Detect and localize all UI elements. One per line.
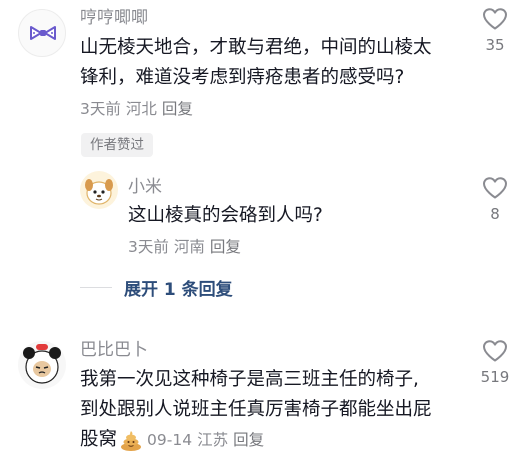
cartoon-dog-icon — [85, 179, 113, 205]
comment-last-line: 股窝 09-14 江苏 回复 — [80, 425, 269, 455]
comment-time: 3天前 — [80, 100, 121, 118]
reply-button[interactable]: 回复 — [210, 238, 241, 256]
like-button[interactable]: 519 — [473, 339, 514, 386]
comment-meta: 3天前 河南 回复 — [128, 237, 246, 257]
comment-meta: 09-14 江苏 回复 — [147, 430, 269, 450]
heart-icon — [483, 340, 507, 362]
poop-emoji-icon — [121, 431, 142, 451]
reply-button[interactable]: 回复 — [233, 431, 264, 449]
comment-location: 河北 — [125, 100, 157, 118]
comment-line: 山无棱天地合，才敢与君绝，中间的山棱太 — [80, 37, 432, 58]
comment-line: 我第一次见这种椅子是高三班主任的椅子, — [80, 369, 419, 390]
comment-time: 09-14 — [147, 431, 193, 449]
comment-meta: 3天前 河北 回复 — [80, 99, 198, 119]
comment-line: 这山棱真的会硌到人吗? — [128, 205, 323, 226]
reply-button[interactable]: 回复 — [162, 100, 193, 118]
heart-icon — [483, 8, 507, 30]
username[interactable]: 巴比巴卜 — [80, 340, 148, 360]
like-button[interactable]: 8 — [473, 176, 514, 223]
comment-line-text: 股窝 — [80, 429, 118, 450]
comment-line: 到处跟别人说班主任真厉害椅子都能坐出屁 — [80, 399, 432, 420]
username[interactable]: 哼哼唧唧 — [80, 8, 148, 28]
heart-icon — [483, 177, 507, 199]
like-button[interactable]: 35 — [473, 7, 514, 54]
avatar-comment-3[interactable] — [18, 341, 66, 389]
like-count: 8 — [490, 205, 500, 223]
expand-replies-label: 展开 1 条回复 — [124, 280, 233, 300]
avatar-comment-1[interactable] — [18, 9, 66, 57]
comment-location: 河南 — [173, 238, 205, 256]
divider-line — [80, 287, 112, 288]
panda-meme-icon — [23, 344, 61, 384]
bow-tie-icon — [30, 26, 56, 40]
comment-time: 3天前 — [128, 238, 169, 256]
expand-replies-button[interactable]: 展开 1 条回复 — [80, 275, 233, 300]
comment-line: 锋利，难道没考虑到痔疮患者的感受吗? — [80, 67, 405, 88]
avatar-reply-1[interactable] — [80, 171, 118, 209]
like-count: 519 — [480, 368, 510, 386]
username[interactable]: 小米 — [128, 177, 162, 197]
comment-location: 江苏 — [197, 431, 229, 449]
author-liked-badge: 作者赞过 — [81, 133, 153, 157]
like-count: 35 — [485, 36, 505, 54]
